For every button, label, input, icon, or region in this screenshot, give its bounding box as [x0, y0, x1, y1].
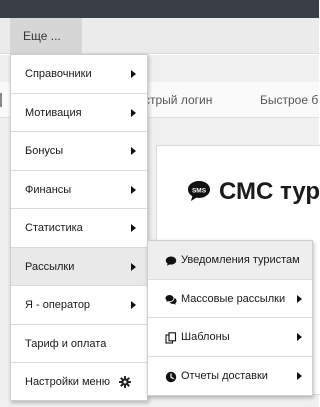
sms-bubble-icon: SMS	[188, 181, 210, 201]
dropdown-menu: Справочники Мотивация Бонусы Финансы Ста…	[10, 54, 148, 401]
caret-right-icon	[131, 185, 136, 194]
page-title: СМС тур	[219, 178, 320, 205]
caret-right-icon	[131, 301, 136, 309]
menu-item-finance[interactable]: Финансы	[11, 171, 147, 209]
menu-item-label: Справочники	[25, 68, 92, 80]
submenu-item-label: Отчеты доставки	[181, 369, 268, 382]
submenu-item-label: Шаблоны	[181, 331, 230, 343]
submenu-item-label: Уведомления туристам	[181, 254, 300, 266]
menu-item-motivation[interactable]: Мотивация	[11, 94, 147, 132]
svg-text:SMS: SMS	[192, 188, 207, 195]
menu-item-label: Финансы	[25, 183, 72, 196]
menu-item-settings[interactable]: Настройки меню	[11, 363, 147, 402]
caret-right-icon	[131, 224, 136, 232]
menu-item-label: Тариф и оплата	[25, 337, 107, 350]
caret-right-icon	[297, 371, 302, 380]
menu-item-label: Рассылки	[25, 260, 75, 273]
menu-item-bonuses[interactable]: Бонусы	[11, 132, 147, 171]
submenu-item-tourist-notifications[interactable]: Уведомления туристам	[148, 241, 312, 280]
clock-icon	[165, 371, 177, 382]
comments-icon	[165, 294, 177, 305]
menu-item-label: Мотивация	[25, 106, 82, 119]
submenu-item-delivery-reports[interactable]: Отчеты доставки	[148, 357, 312, 396]
menu-item-reference[interactable]: Справочники	[11, 55, 147, 94]
tab-quick-login[interactable]: стрый логин	[144, 82, 212, 118]
menu-item-label: Статистика	[25, 222, 83, 234]
caret-right-icon	[297, 294, 302, 303]
tab-quick-b[interactable]: Быстрое б	[260, 82, 318, 118]
menu-item-label: Настройки меню	[25, 376, 110, 388]
menu-item-label: Я - оператор	[25, 299, 91, 311]
submenu-item-mass-mailings[interactable]: Массовые рассылки	[148, 280, 312, 318]
menu-item-operator[interactable]: Я - оператор	[11, 286, 147, 325]
caret-right-icon	[131, 108, 136, 117]
submenu-item-templates[interactable]: Шаблоны	[148, 318, 312, 357]
gear-icon	[119, 376, 131, 388]
top-strip	[0, 0, 319, 18]
menu-item-statistics[interactable]: Статистика	[11, 209, 147, 248]
submenu-item-label: Массовые рассылки	[181, 292, 286, 305]
menu-item-mailings[interactable]: Рассылки	[11, 247, 147, 286]
comment-icon	[165, 256, 177, 266]
caret-right-icon	[131, 147, 136, 155]
caret-right-icon	[297, 333, 302, 341]
tab-edge	[0, 93, 10, 107]
nav-more-button[interactable]: Еще ...	[10, 18, 82, 54]
copy-icon	[165, 332, 177, 344]
menu-item-tariff[interactable]: Тариф и оплата	[11, 325, 147, 363]
caret-right-icon	[131, 70, 136, 78]
menu-item-label: Бонусы	[25, 145, 64, 157]
caret-right-icon	[131, 262, 136, 271]
submenu-mailings: Уведомления туристам Массовые рассылки Ш…	[147, 240, 313, 396]
